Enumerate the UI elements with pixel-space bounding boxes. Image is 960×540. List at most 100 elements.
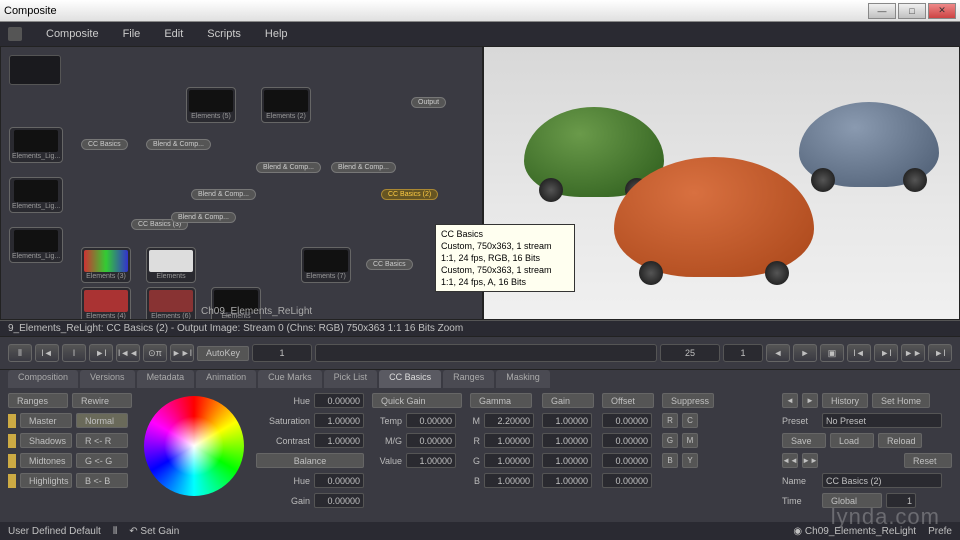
node-blend4[interactable]: Blend & Comp... — [191, 189, 256, 200]
hist-prev-button[interactable]: ◄◄ — [782, 453, 798, 468]
sup-y-button[interactable]: Y — [682, 453, 698, 468]
node-e7[interactable]: Elements (7) — [301, 247, 351, 283]
node-elements2[interactable]: Elements (2) — [261, 87, 311, 123]
menu-scripts[interactable]: Scripts — [207, 28, 241, 40]
sup-m-button[interactable]: M — [682, 433, 698, 448]
quickgain-button[interactable]: Quick Gain — [372, 393, 462, 408]
sethome-button[interactable]: Set Home — [872, 393, 930, 408]
tab-metadata[interactable]: Metadata — [137, 370, 195, 388]
goto-start-button[interactable]: ⦀ — [8, 344, 32, 362]
tab-versions[interactable]: Versions — [80, 370, 135, 388]
menu-help[interactable]: Help — [265, 28, 288, 40]
hue2-field[interactable]: 0.00000 — [314, 473, 364, 488]
node-e3[interactable]: Elements (3) — [81, 247, 131, 283]
master-button[interactable]: Master — [20, 413, 72, 428]
name-field[interactable]: CC Basics (2) — [822, 473, 942, 488]
menu-edit[interactable]: Edit — [164, 28, 183, 40]
gain-b-field[interactable]: 1.00000 — [542, 473, 592, 488]
gamma-r-field[interactable]: 1.00000 — [484, 433, 534, 448]
gamma-g-field[interactable]: 1.00000 — [484, 453, 534, 468]
mg-field[interactable]: 0.00000 — [406, 433, 456, 448]
off-b-field[interactable]: 0.00000 — [602, 473, 652, 488]
node-cc1[interactable]: CC Basics — [81, 139, 128, 150]
bb-button[interactable]: B <- B — [76, 473, 128, 488]
range-in-button[interactable]: I◄ — [35, 344, 59, 362]
nav-fwd-button[interactable]: ► — [802, 393, 818, 408]
step-back-button[interactable]: I◄ — [847, 344, 871, 362]
tab-picklist[interactable]: Pick List — [324, 370, 378, 388]
gain2-button[interactable]: Gain — [542, 393, 594, 408]
node-e6[interactable]: Elements (6) — [146, 287, 196, 320]
reset-button[interactable]: Reset — [904, 453, 952, 468]
ranges-button[interactable]: Ranges — [8, 393, 68, 408]
gamma-m-field[interactable]: 2.20000 — [484, 413, 534, 428]
node-elig2[interactable]: Elements_Lig... — [9, 177, 63, 213]
sup-c-button[interactable]: C — [682, 413, 698, 428]
timeline-track[interactable] — [315, 344, 657, 362]
node-elements[interactable]: Elements (5) — [186, 87, 236, 123]
node-elig3[interactable]: Elements_Lig... — [9, 227, 63, 263]
next-key-button[interactable]: ►►I — [170, 344, 194, 362]
tab-ccbasics[interactable]: CC Basics — [379, 370, 441, 388]
color-wheel[interactable] — [144, 396, 244, 496]
goto-end-button[interactable]: ►I — [928, 344, 952, 362]
history-button[interactable]: History — [822, 393, 868, 408]
close-button[interactable]: ✕ — [928, 3, 956, 19]
midtones-button[interactable]: Midtones — [20, 453, 72, 468]
key-button[interactable]: ⊙π — [143, 344, 167, 362]
minimize-button[interactable]: — — [868, 3, 896, 19]
sup-r-button[interactable]: R — [662, 413, 678, 428]
node-cc2-highlighted[interactable]: CC Basics (2) — [381, 189, 438, 200]
offset-button[interactable]: Offset — [602, 393, 654, 408]
normal-button[interactable]: Normal — [76, 413, 128, 428]
sup-g-button[interactable]: G — [662, 433, 678, 448]
tab-ranges[interactable]: Ranges — [443, 370, 494, 388]
save-button[interactable]: Save — [782, 433, 826, 448]
node-blend1[interactable]: Blend & Comp... — [146, 139, 211, 150]
value-field[interactable]: 1.00000 — [406, 453, 456, 468]
rr-button[interactable]: R <- R — [76, 433, 128, 448]
sat-field[interactable]: 1.00000 — [314, 413, 364, 428]
current-frame-field[interactable]: 1 — [252, 344, 312, 362]
gg-button[interactable]: G <- G — [76, 453, 128, 468]
node-ccb[interactable]: CC Basics — [366, 259, 413, 270]
play-loop-button[interactable]: ▣ — [820, 344, 844, 362]
prev-key-button[interactable]: I◄◄ — [116, 344, 140, 362]
tab-composition[interactable]: Composition — [8, 370, 78, 388]
reload-button[interactable]: Reload — [878, 433, 922, 448]
node-blend5[interactable]: Blend & Comp... — [171, 212, 236, 223]
play-back-button[interactable]: ◄ — [766, 344, 790, 362]
suppress-button[interactable]: Suppress — [662, 393, 714, 408]
autokey-button[interactable]: AutoKey — [197, 346, 249, 361]
contrast-field[interactable]: 1.00000 — [314, 433, 364, 448]
preset-field[interactable]: No Preset — [822, 413, 942, 428]
step-field[interactable]: 1 — [723, 344, 763, 362]
hue-field[interactable]: 0.00000 — [314, 393, 364, 408]
step-fwd-button[interactable]: ►I — [874, 344, 898, 362]
play-button[interactable]: ► — [793, 344, 817, 362]
hist-next-button[interactable]: ►► — [802, 453, 818, 468]
tab-masking[interactable]: Masking — [496, 370, 550, 388]
menu-file[interactable]: File — [123, 28, 141, 40]
fast-fwd-button[interactable]: ►► — [901, 344, 925, 362]
gamma-button[interactable]: Gamma — [470, 393, 532, 408]
node-blend3[interactable]: Blend & Comp... — [331, 162, 396, 173]
node-elig1[interactable]: Elements_Lig... — [9, 127, 63, 163]
highlights-button[interactable]: Highlights — [20, 473, 72, 488]
node-elements-w[interactable]: Elements — [146, 247, 196, 283]
tab-animation[interactable]: Animation — [196, 370, 256, 388]
nav-back-button[interactable]: ◄ — [782, 393, 798, 408]
gain-g-field[interactable]: 1.00000 — [542, 453, 592, 468]
tab-cuemarks[interactable]: Cue Marks — [258, 370, 322, 388]
load-button[interactable]: Load — [830, 433, 874, 448]
end-frame-field[interactable]: 25 — [660, 344, 720, 362]
rewire-button[interactable]: Rewire — [72, 393, 132, 408]
off-g-field[interactable]: 0.00000 — [602, 453, 652, 468]
shadows-button[interactable]: Shadows — [20, 433, 72, 448]
mark-in-button[interactable]: I — [62, 344, 86, 362]
off-r-field[interactable]: 0.00000 — [602, 433, 652, 448]
node-graph-panel[interactable]: Elements (5) Elements (2) Output Element… — [0, 46, 483, 320]
gain-field[interactable]: 0.00000 — [314, 493, 364, 508]
balance-button[interactable]: Balance — [256, 453, 364, 468]
temp-field[interactable]: 0.00000 — [406, 413, 456, 428]
